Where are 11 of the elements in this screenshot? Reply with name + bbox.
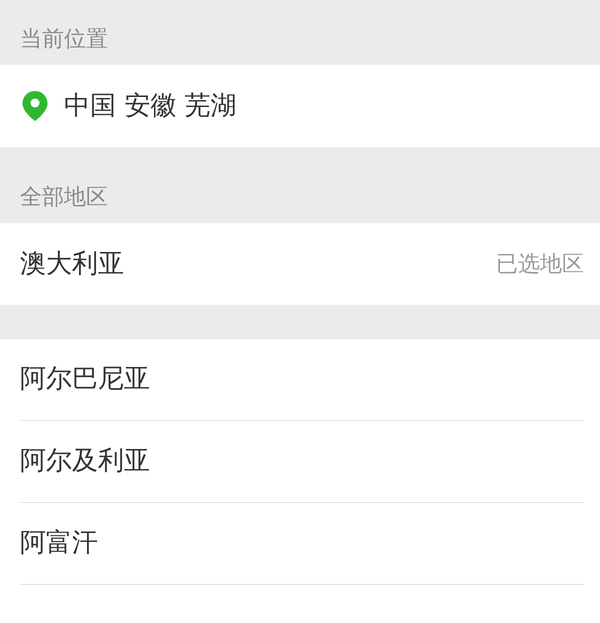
region-name: 澳大利亚 (20, 248, 124, 280)
location-row[interactable]: 中国 安徽 芜湖 (0, 65, 600, 147)
location-name: 中国 安徽 芜湖 (64, 90, 237, 122)
region-row[interactable]: 阿尔巴尼亚 (20, 339, 584, 421)
section-label: 全部地区 (20, 184, 108, 212)
region-row[interactable]: 阿尔及利亚 (20, 421, 584, 503)
selected-note: 已选地区 (496, 250, 584, 278)
section-label: 当前位置 (20, 26, 108, 54)
region-row[interactable]: 阿富汗 (20, 503, 584, 585)
location-pin-icon (22, 91, 48, 121)
region-row[interactable]: 澳大利亚 已选地区 (0, 223, 600, 305)
